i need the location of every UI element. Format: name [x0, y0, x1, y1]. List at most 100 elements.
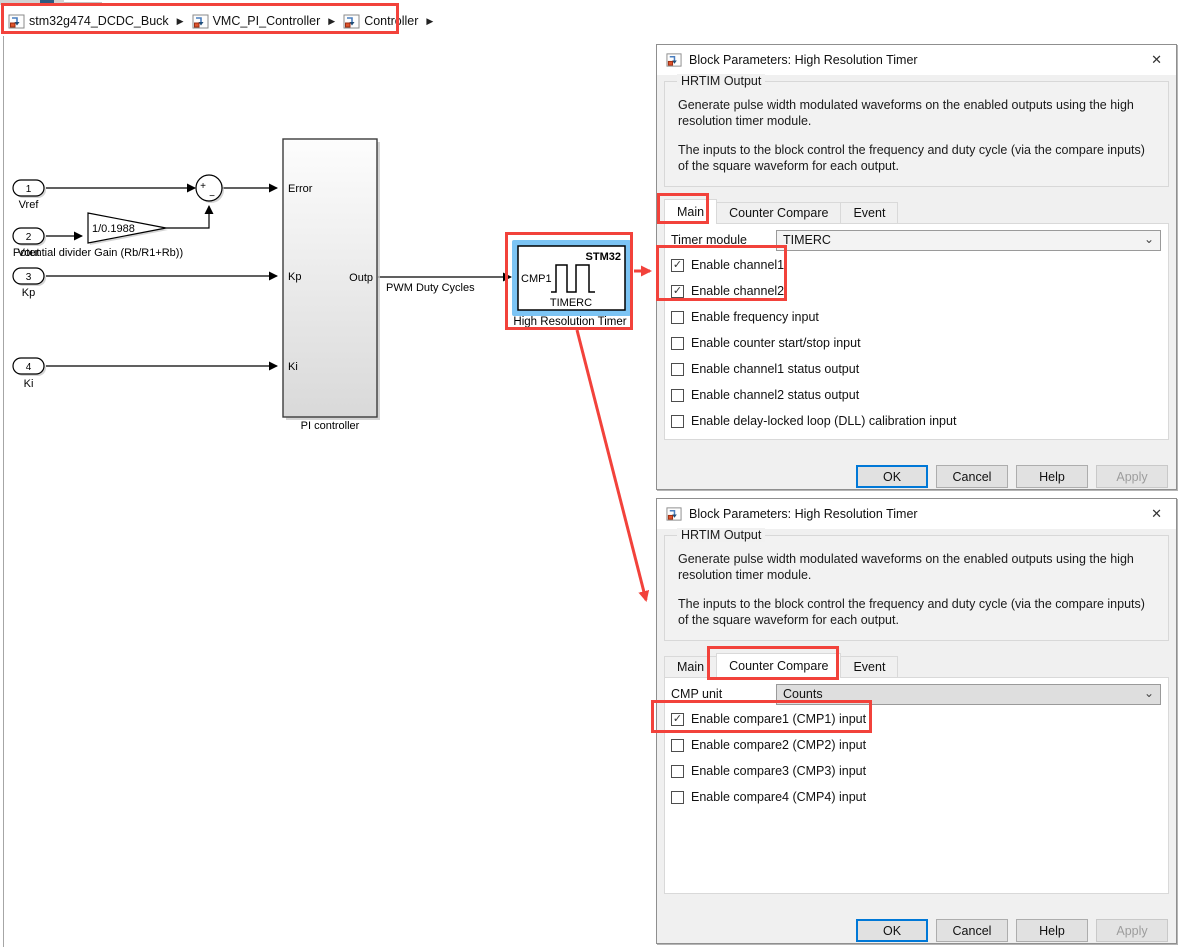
breadcrumb-label[interactable]: stm32g474_DCDC_Buck — [29, 14, 169, 28]
breadcrumb-separator-icon: ▶ — [328, 16, 335, 27]
pi-port-outp: Outp — [349, 272, 373, 284]
pi-controller-block[interactable]: Error Kp Ki Outp PI controller — [283, 139, 380, 432]
checkbox-enable-frequency-input[interactable]: Enable frequency input — [665, 304, 1168, 330]
checkbox[interactable]: ✓ — [671, 285, 684, 298]
cmp-unit-select[interactable]: Counts ⌄ — [776, 684, 1161, 705]
cmp-unit-value: Counts — [783, 687, 823, 701]
subsystem-icon — [192, 13, 209, 30]
timer-module-label: Timer module — [671, 233, 776, 247]
checkbox-enable-compare4-input[interactable]: Enable compare4 (CMP4) input — [665, 784, 1168, 810]
checkbox[interactable] — [671, 311, 684, 324]
gain-label: Potential divider Gain (Rb/R1+Rb)) — [13, 247, 183, 259]
sum-block[interactable]: + − — [196, 175, 224, 203]
checkbox[interactable] — [671, 337, 684, 350]
apply-button: Apply — [1096, 465, 1168, 488]
sum-plus-sign: + — [200, 181, 206, 192]
tab-main[interactable]: Main — [664, 656, 717, 678]
pi-port-error: Error — [288, 183, 313, 195]
chevron-down-icon: ⌄ — [1144, 232, 1154, 246]
high-resolution-timer-block[interactable]: STM32 CMP1 TIMERC High Resolution Timer — [512, 240, 631, 328]
checkbox[interactable] — [671, 739, 684, 752]
hrt-timer-name: TIMERC — [550, 297, 592, 309]
close-icon[interactable]: ✕ — [1146, 50, 1167, 70]
breadcrumb: stm32g474_DCDC_Buck ▶ VMC_PI_Controller … — [0, 6, 436, 36]
ok-button[interactable]: OK — [856, 919, 928, 942]
timer-module-select[interactable]: TIMERC ⌄ — [776, 230, 1161, 251]
checkbox[interactable]: ✓ — [671, 259, 684, 272]
tab-event[interactable]: Event — [840, 202, 898, 224]
checkbox-enable-compare3-input[interactable]: Enable compare3 (CMP3) input — [665, 758, 1168, 784]
description-paragraph: Generate pulse width modulated waveforms… — [678, 98, 1156, 129]
tab-counter-compare[interactable]: Counter Compare — [716, 202, 841, 224]
dialog-titlebar[interactable]: Block Parameters: High Resolution Timer … — [657, 499, 1176, 529]
tab-pane-main: Timer module TIMERC ⌄ ✓ Enable channel1 … — [664, 223, 1169, 440]
description-paragraph: The inputs to the block control the freq… — [678, 597, 1156, 628]
tab-event[interactable]: Event — [840, 656, 898, 678]
breadcrumb-item-subsystem[interactable]: VMC_PI_Controller — [192, 13, 321, 30]
checkbox-enable-channel2-status-output[interactable]: Enable channel2 status output — [665, 382, 1168, 408]
breadcrumb-item-model[interactable]: stm32g474_DCDC_Buck — [8, 13, 169, 30]
dialog-title: Block Parameters: High Resolution Timer — [689, 507, 1146, 521]
close-icon[interactable]: ✕ — [1146, 504, 1167, 524]
checkbox-enable-compare2-input[interactable]: Enable compare2 (CMP2) input — [665, 732, 1168, 758]
inport-label: Vref — [19, 199, 40, 211]
checkbox-enable-channel1-status-output[interactable]: Enable channel1 status output — [665, 356, 1168, 382]
checkbox-enable-channel1[interactable]: ✓ Enable channel1 — [665, 252, 1168, 278]
help-button[interactable]: Help — [1016, 919, 1088, 942]
signal-gain-to-sum — [166, 206, 209, 228]
svg-text:1: 1 — [26, 184, 32, 195]
breadcrumb-item-controller[interactable]: Controller — [343, 13, 418, 30]
tab-bar: Main Counter Compare Event — [664, 199, 1169, 224]
checkbox[interactable] — [671, 791, 684, 804]
block-parameters-dialog-main: Block Parameters: High Resolution Timer … — [656, 44, 1177, 490]
checkbox[interactable]: ✓ — [671, 713, 684, 726]
groupbox-title: HRTIM Output — [677, 74, 765, 88]
hrtim-output-groupbox: HRTIM Output Generate pulse width modula… — [664, 535, 1169, 641]
checkbox-enable-dll-calibration-input[interactable]: Enable delay-locked loop (DLL) calibrati… — [665, 408, 1168, 434]
subsystem-icon — [343, 13, 360, 30]
tab-counter-compare[interactable]: Counter Compare — [716, 653, 841, 678]
inport-label: Kp — [22, 287, 35, 299]
checkbox[interactable] — [671, 765, 684, 778]
pi-port-ki: Ki — [288, 361, 298, 373]
timer-module-value: TIMERC — [783, 233, 831, 247]
inport-kp[interactable]: 3 Kp — [13, 268, 46, 299]
svg-text:3: 3 — [26, 272, 32, 283]
checkbox-enable-counter-start-stop-input[interactable]: Enable counter start/stop input — [665, 330, 1168, 356]
tab-pane-counter-compare: CMP unit Counts ⌄ ✓ Enable compare1 (CMP… — [664, 677, 1169, 894]
breadcrumb-label[interactable]: Controller — [364, 14, 418, 28]
checkbox-enable-compare1-input[interactable]: ✓ Enable compare1 (CMP1) input — [665, 706, 1168, 732]
help-button[interactable]: Help — [1016, 465, 1088, 488]
apply-button: Apply — [1096, 919, 1168, 942]
cancel-button[interactable]: Cancel — [936, 465, 1008, 488]
signal-name-pwm-duty-cycles: PWM Duty Cycles — [386, 282, 475, 294]
checkbox-enable-channel2[interactable]: ✓ Enable channel2 — [665, 278, 1168, 304]
ok-button[interactable]: OK — [856, 465, 928, 488]
block-parameters-dialog-counter-compare: Block Parameters: High Resolution Timer … — [656, 498, 1177, 944]
chevron-down-icon: ⌄ — [1144, 686, 1154, 700]
checkbox[interactable] — [671, 389, 684, 402]
hrt-port-cmp1: CMP1 — [521, 273, 552, 285]
groupbox-title: HRTIM Output — [677, 528, 765, 542]
svg-text:4: 4 — [26, 362, 32, 373]
breadcrumb-label[interactable]: VMC_PI_Controller — [213, 14, 321, 28]
hrt-block-label: High Resolution Timer — [513, 316, 626, 328]
cancel-button[interactable]: Cancel — [936, 919, 1008, 942]
simulink-canvas: 1 Vref 2 Vout 3 Kp 4 Ki + − 1/0.1988 Pot… — [0, 0, 654, 947]
tab-main[interactable]: Main — [664, 199, 717, 224]
cmp-unit-label: CMP unit — [671, 687, 776, 701]
pi-block-label: PI controller — [301, 420, 360, 432]
checkbox[interactable] — [671, 415, 684, 428]
description-paragraph: Generate pulse width modulated waveforms… — [678, 552, 1156, 583]
breadcrumb-separator-icon: ▶ — [177, 16, 184, 27]
inport-ki[interactable]: 4 Ki — [13, 358, 46, 390]
dialog-titlebar[interactable]: Block Parameters: High Resolution Timer … — [657, 45, 1176, 75]
inport-vref[interactable]: 1 Vref — [13, 180, 46, 211]
dialog-title: Block Parameters: High Resolution Timer — [689, 53, 1146, 67]
gain-value: 1/0.1988 — [92, 223, 135, 235]
hrtim-output-groupbox: HRTIM Output Generate pulse width modula… — [664, 81, 1169, 187]
checkbox[interactable] — [671, 363, 684, 376]
sum-minus-sign: − — [209, 191, 215, 202]
subsystem-icon — [8, 13, 25, 30]
stm32-brand-label: STM32 — [586, 251, 621, 263]
